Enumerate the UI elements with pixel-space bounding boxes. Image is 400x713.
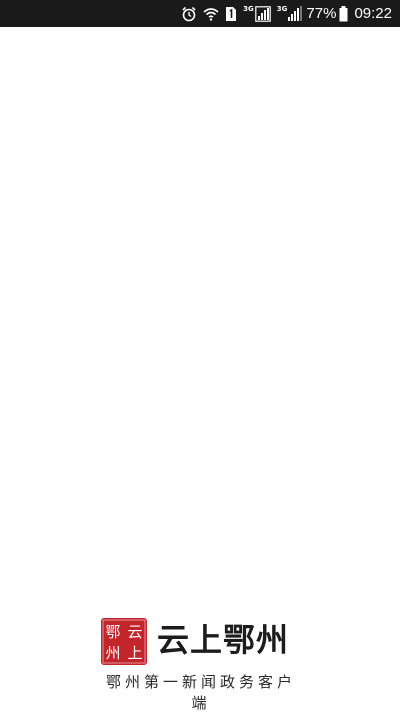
alarm-icon [182,6,196,21]
signal-strength-icon [288,5,303,21]
app-logo: 鄂 州 云 上 云上鄂州 [101,614,301,666]
status-bar: 3G 3G 77% 09:22 [0,0,400,27]
seal-logo-icon: 鄂 州 云 上 [101,618,147,665]
battery-icon [339,5,348,21]
clock-time: 09:22 [354,5,392,22]
signal-strength-icon [254,5,271,22]
svg-text:州: 州 [105,644,120,662]
splash-screen [0,27,400,711]
network-type-label: 3G [276,4,288,13]
svg-text:鄂: 鄂 [105,623,120,641]
network-type-label: 3G [243,4,254,13]
battery-percent: 77% [306,5,337,22]
svg-text:云: 云 [127,623,142,641]
sim-card-icon [226,6,237,21]
app-tagline: 鄂州第一新闻政务客户端 [105,673,296,712]
app-name: 云上鄂州 [157,621,290,659]
wifi-icon [203,7,219,21]
svg-text:上: 上 [127,644,142,662]
